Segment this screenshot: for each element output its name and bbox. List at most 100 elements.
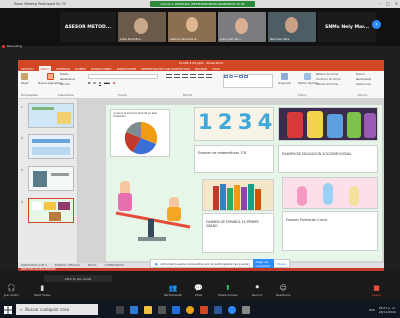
tab-archivo[interactable]: ARCHIVO [21, 67, 34, 71]
slide-thumbnail-1[interactable] [28, 103, 74, 128]
chat-label: Chat [194, 293, 202, 297]
search-placeholder: Buscar cualquier cosa [25, 307, 70, 312]
file-explorer-icon[interactable] [144, 305, 152, 314]
participant-video-tile[interactable]: Leticia Sánchez Z... [168, 12, 216, 42]
participant-tile[interactable]: SNMx Nely Mar... [318, 12, 376, 42]
tab-insertar[interactable]: INSERTAR [56, 67, 70, 71]
shape-outline-button[interactable]: Contorno de forma [316, 78, 340, 81]
slide-count: DIAPOSITIVA 4 DE 4 [21, 264, 47, 267]
organize-icon [281, 73, 289, 80]
audio-notice[interactable]: Click to join audio [44, 275, 112, 282]
italic-icon[interactable]: K [94, 81, 96, 86]
explorer-icon[interactable] [242, 305, 250, 314]
leave-button[interactable]: ■ Leave [372, 284, 381, 298]
chrome-icon[interactable] [186, 305, 194, 314]
participant-video-tile[interactable]: Lulú Julio Viu... [218, 12, 266, 42]
chat-button[interactable]: 💬 Chat [194, 284, 203, 298]
new-slide-button[interactable]: Nueva diapositiva [38, 73, 62, 85]
shapes-gallery[interactable] [223, 74, 273, 88]
viewing-banner[interactable]: Viendo a ANGELINA (PERMANECERAN GRABANDO… [150, 1, 255, 7]
system-tray: ESP 05:07 p. m. 26/11/2020 [369, 306, 400, 314]
spanish-exam-card[interactable]: EXAMEN DE ESPAÑOL 1E PRIMER GRADO [202, 213, 274, 253]
comments-button[interactable]: COMENTARIOS [105, 264, 124, 267]
participant-video-tile[interactable]: Ramírez Tere [268, 12, 316, 42]
word-icon[interactable] [214, 305, 222, 314]
underline-icon[interactable]: S [99, 81, 101, 86]
select-button[interactable]: Seleccionar [356, 83, 371, 86]
justify-icon[interactable] [206, 74, 212, 78]
slide-thumbnail-4[interactable] [28, 198, 74, 223]
slide-number: 2 [21, 136, 23, 140]
powerpoint-icon[interactable] [200, 305, 208, 314]
reset-button[interactable]: Restablecer [60, 78, 75, 81]
quick-styles-button[interactable]: Estilos rápidos [298, 73, 318, 85]
strike-icon[interactable]: abc [104, 81, 110, 86]
stop-share-button[interactable]: Dejar de compartir [252, 258, 275, 269]
align-right-icon[interactable] [198, 74, 204, 78]
oval-shape-icon[interactable] [229, 75, 233, 78]
participant-video-tile[interactable]: Lidia Ruiz Bra... [118, 12, 166, 42]
tab-animaciones[interactable]: ANIMACIONES [117, 67, 137, 71]
arrow-shape-icon[interactable] [239, 75, 243, 78]
align-center-icon[interactable] [190, 74, 196, 78]
maximize-button[interactable]: □ [386, 1, 390, 6]
notes-button[interactable]: NOTAS [88, 264, 97, 267]
organize-button[interactable]: Organizar [278, 73, 291, 85]
tray-language[interactable]: ESP [369, 308, 375, 312]
socioemotional-exam-card[interactable]: EXAMEN DE EDUCACIÓN SOCIOEMOCIONAL [278, 145, 378, 173]
reactions-button[interactable]: ☺ Reactions [276, 284, 291, 298]
line-shape-icon[interactable] [234, 76, 238, 77]
record-dot-icon [2, 44, 5, 48]
record-button[interactable]: ⏺ Record [252, 283, 262, 297]
mail-icon[interactable] [172, 305, 180, 314]
find-button[interactable]: Buscar [356, 73, 365, 76]
tab-revisar[interactable]: REVISAR [195, 67, 207, 71]
start-video-button[interactable]: ▮ Start Video [34, 284, 51, 298]
section-button[interactable]: Sección [60, 83, 70, 86]
windows-start-icon[interactable] [0, 301, 16, 318]
edge-icon[interactable] [130, 305, 138, 314]
seesaw-illustration [114, 177, 198, 249]
chevron-right-icon[interactable]: › [372, 20, 381, 29]
minimize-button[interactable]: – [379, 1, 381, 6]
task-view-icon[interactable] [116, 305, 124, 314]
share-info-icon: ● [155, 261, 158, 266]
join-audio-button[interactable]: 🎧 Join Audio [4, 284, 19, 298]
triangle-shape-icon[interactable] [244, 75, 248, 78]
participants-button[interactable]: 👥 Participants [164, 283, 182, 298]
slide-thumbnail-2[interactable] [28, 134, 74, 159]
zoom-icon[interactable] [228, 305, 236, 314]
align-left-icon[interactable] [182, 74, 188, 78]
participant-tile[interactable]: ASESOR METOD... [60, 12, 116, 42]
tab-transiciones[interactable]: TRANSICIONES [91, 67, 112, 71]
slide-thumbnail-3[interactable] [28, 166, 74, 191]
math-exam-card[interactable]: Examen de matemáticas 1°B [194, 145, 274, 173]
participants-icon: 👥 [168, 283, 178, 292]
shape-fill-button[interactable]: Relleno de forma [316, 73, 338, 76]
clock-date: 26/11/2020 [378, 309, 396, 314]
taskbar-clock[interactable]: 05:07 p. m. 26/11/2020 [379, 306, 396, 314]
reactions-label: Reactions [276, 293, 291, 297]
socioemotional-exam-title: EXAMEN DE EDUCACIÓN SOCIOEMOCIONAL [282, 152, 352, 156]
replace-button[interactable]: Reemplazar [356, 78, 371, 81]
store-icon[interactable] [158, 305, 166, 314]
bullets-icon[interactable] [166, 74, 172, 78]
rectangle-shape-icon[interactable] [224, 75, 228, 78]
tab-diseno[interactable]: DISEÑO [75, 67, 86, 71]
chart-card[interactable]: ¿Cuál es tu emoción favorita en este mom… [110, 109, 170, 157]
tab-presentacion[interactable]: PRESENTACIÓN CON DIAPOSITIVAS [141, 67, 190, 71]
pause-share-button[interactable]: Pausa [277, 262, 286, 266]
layout-button[interactable]: Diseño [60, 73, 69, 76]
clipboard-icon [21, 73, 29, 80]
close-button[interactable]: ✕ [395, 1, 398, 6]
font-color-icon[interactable]: A [113, 81, 115, 86]
bold-icon[interactable]: N [88, 81, 91, 86]
tab-vista[interactable]: VISTA [212, 67, 220, 71]
civic-exam-card[interactable]: Examen Formación Cívica [282, 211, 378, 251]
shape-effects-button[interactable]: Efectos de forma [316, 83, 338, 86]
taskbar-search[interactable]: ⌕ Buscar cualquier cosa [16, 304, 98, 315]
font-select[interactable] [88, 74, 158, 79]
numbering-icon[interactable] [174, 74, 180, 78]
share-screen-button[interactable]: ⬆ Share Screen [218, 284, 238, 298]
paste-button[interactable]: Pegar [21, 73, 29, 85]
